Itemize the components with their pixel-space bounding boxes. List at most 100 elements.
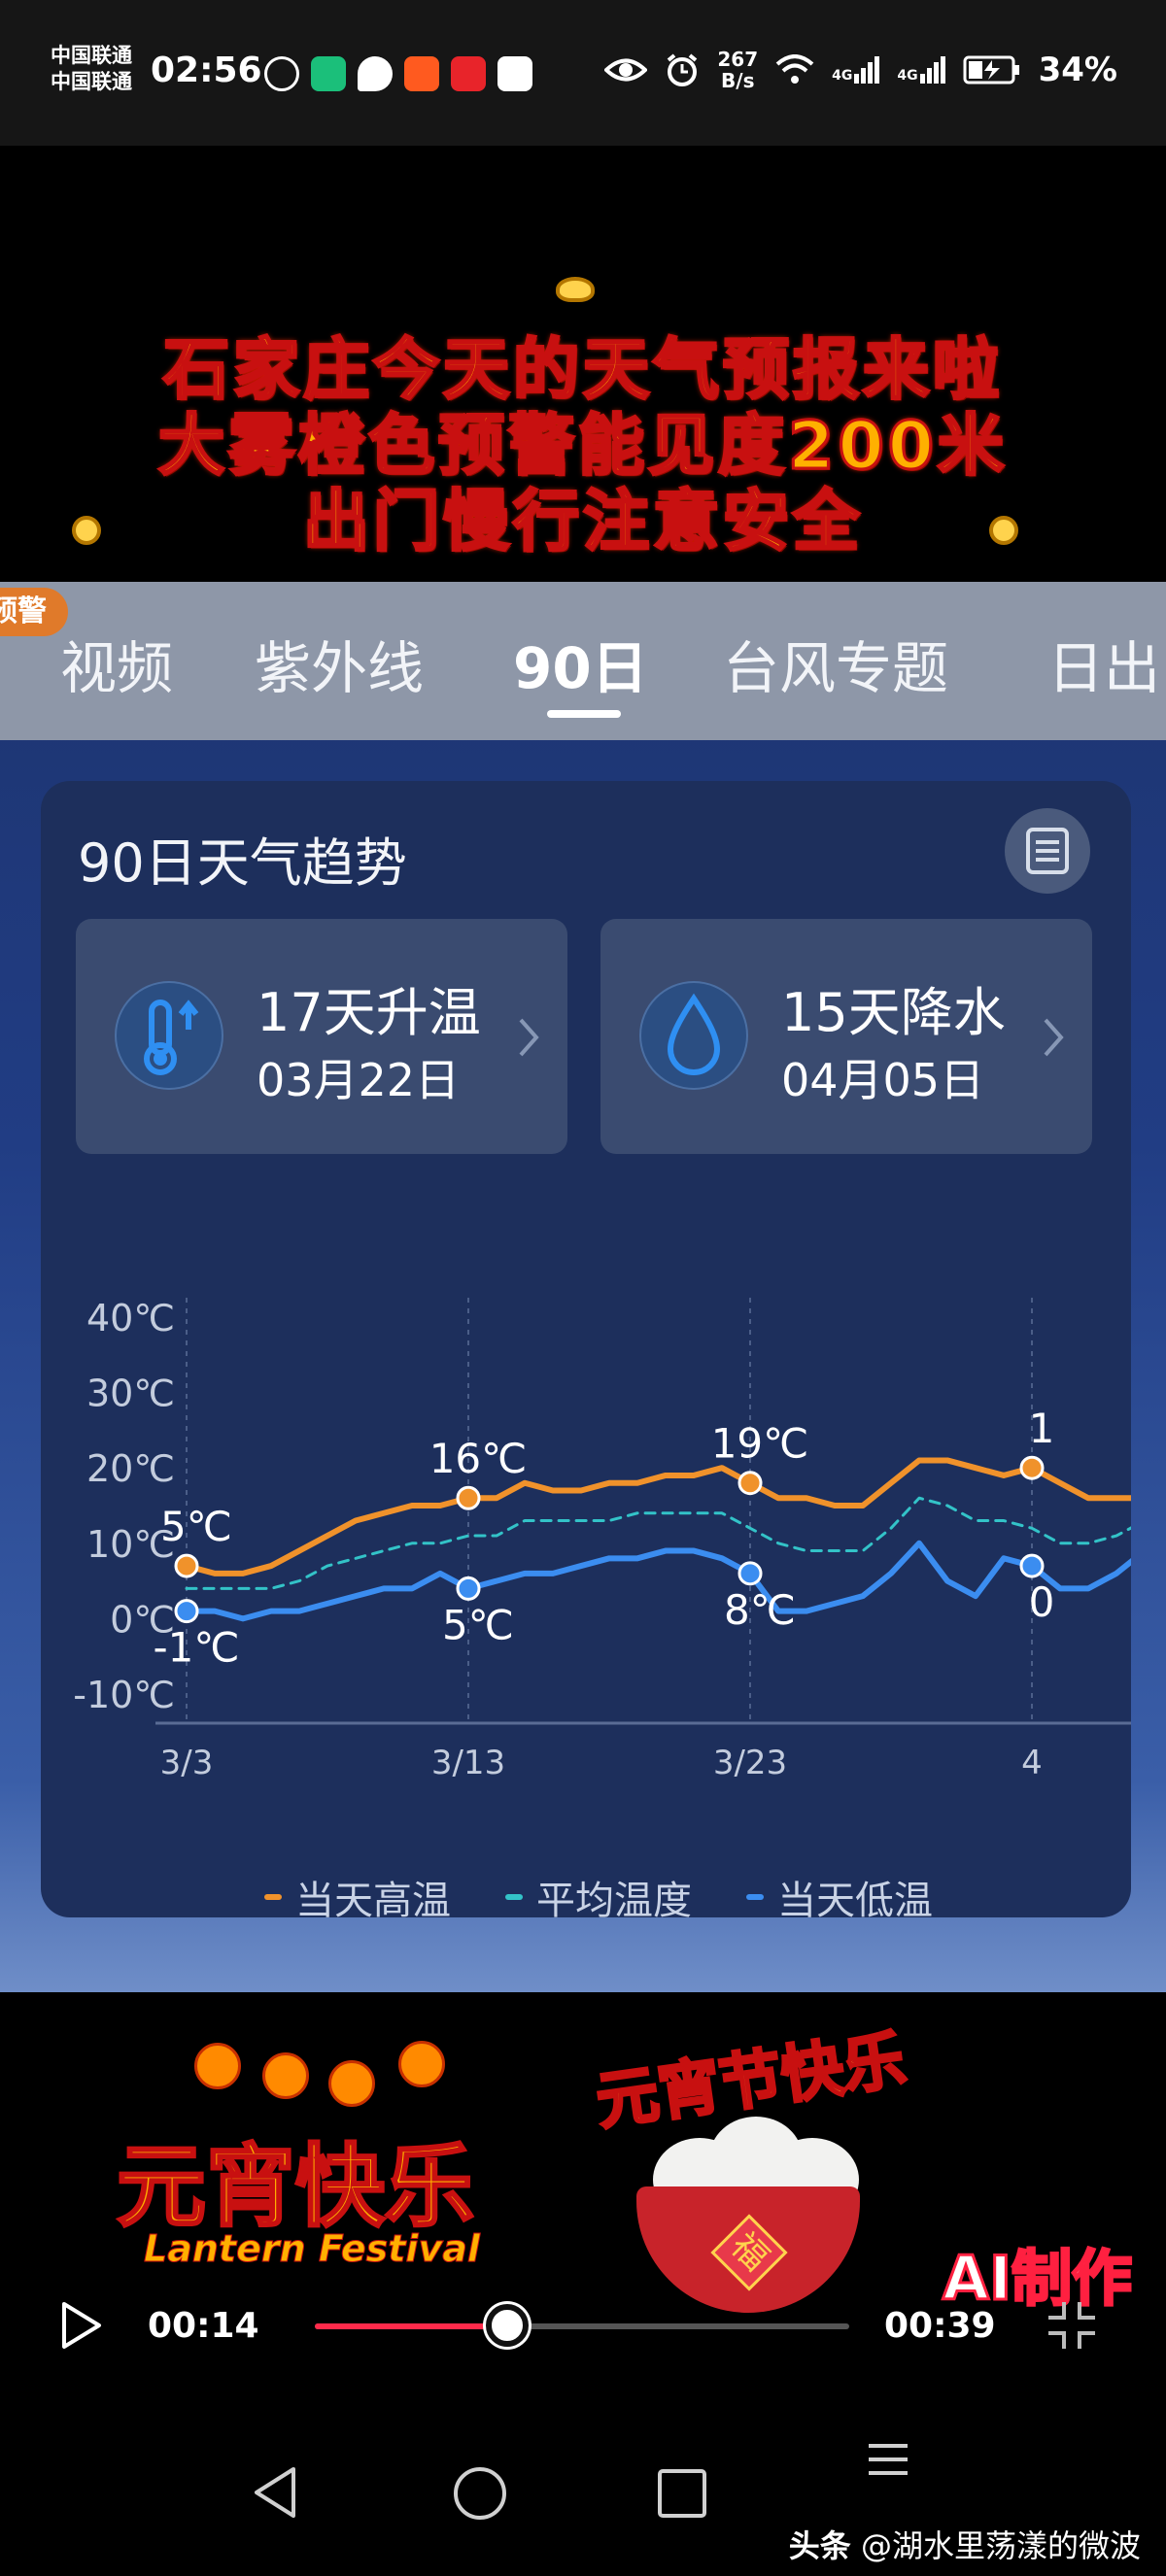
bowl-character: 福 — [710, 2214, 788, 2291]
trend-card: 90日天气趋势 17天升温 03月22日 15天降水 04月05日 40℃ 30℃… — [41, 781, 1131, 1923]
data-point-marker — [737, 1471, 763, 1496]
data-label: 8℃ — [724, 1586, 796, 1634]
legend-low: 当天低温 — [746, 1869, 933, 1925]
precipitation-days: 15天降水 — [781, 982, 1006, 1043]
data-point-marker — [737, 1561, 763, 1586]
eye-icon — [604, 58, 648, 82]
menu-lines-icon[interactable] — [867, 2440, 909, 2479]
alarm-icon — [668, 53, 698, 86]
signal-1-icon: 4G — [832, 56, 880, 84]
video-player-controls: 00:14 00:39 — [0, 2292, 1166, 2376]
legend-avg: 平均温度 — [505, 1869, 692, 1925]
signal-2-icon: 4G — [897, 56, 945, 84]
net-speed-value: 267 — [717, 48, 759, 71]
tab-bar: 预警 视频 紫外线 90日 台风专题 日出 — [0, 582, 1166, 740]
lantern-face-decoration — [262, 2052, 309, 2099]
legend-avg-swatch — [505, 1894, 523, 1900]
lantern-festival-text: Lantern Festival — [144, 2227, 481, 2271]
message-box-icon — [497, 56, 532, 91]
data-label: 19℃ — [711, 1420, 809, 1468]
y-tick-label: -10℃ — [73, 1674, 175, 1716]
back-icon[interactable] — [251, 2465, 299, 2520]
caption-line-3: 出门慢行注意安全 — [301, 483, 863, 562]
battery-charging-icon — [963, 55, 1019, 85]
chevron-right-icon — [519, 1018, 539, 1057]
data-point-marker — [1019, 1553, 1045, 1578]
watermark-source: 头条 — [788, 2527, 851, 2564]
tab-typhoon[interactable]: 台风专题 — [723, 623, 948, 704]
tab-90-day[interactable]: 90日 — [513, 623, 648, 704]
lantern-greeting: 元宵快乐 — [115, 2134, 475, 2241]
system-nav-bar: 头条 @湖水里荡漾的微波 — [0, 2376, 1166, 2576]
y-tick-label: 40℃ — [86, 1297, 175, 1339]
precipitation-tile[interactable]: 15天降水 04月05日 — [600, 919, 1092, 1154]
data-label: 0 — [1029, 1578, 1055, 1626]
coin-decoration — [989, 516, 1018, 545]
exit-fullscreen-icon[interactable] — [1045, 2298, 1099, 2353]
coin-decoration — [72, 516, 101, 545]
play-icon[interactable] — [58, 2300, 105, 2351]
legend-high-swatch — [264, 1894, 282, 1900]
status-bar: 中国联通 中国联通 02:56 267 B/s 4G 4G 34% — [0, 0, 1166, 146]
list-menu-button[interactable] — [1005, 808, 1090, 894]
x-tick-label: 4 — [1021, 1744, 1043, 1782]
carrier-labels: 中国联通 中国联通 — [51, 43, 132, 95]
tab-uv[interactable]: 紫外线 — [255, 623, 424, 704]
progress-track[interactable] — [315, 2323, 849, 2329]
progress-thumb[interactable] — [486, 2304, 529, 2347]
current-time: 00:14 — [148, 2306, 259, 2346]
raindrop-icon — [639, 981, 748, 1090]
x-tick-label: 3/13 — [431, 1744, 505, 1782]
home-icon[interactable] — [452, 2465, 508, 2522]
carrier-1: 中国联通 — [51, 44, 132, 67]
weather-app-view: 预警 视频 紫外线 90日 台风专题 日出 90日天气趋势 17天升温 03月2… — [0, 582, 1166, 1992]
warming-days: 17天升温 — [257, 982, 481, 1043]
toutiao-app-icon — [451, 56, 486, 91]
temperature-trend-chart: 40℃30℃20℃10℃0℃-10℃3/3 3/13 3/23 45℃-1℃16℃5℃… — [73, 1297, 1131, 1782]
orange-app-icon — [404, 56, 439, 91]
legend-low-swatch — [746, 1894, 764, 1900]
warming-date: 03月22日 — [257, 1054, 461, 1106]
lantern-face-decoration — [194, 2043, 241, 2089]
carrier-2: 中国联通 — [51, 70, 132, 93]
data-label: 5℃ — [442, 1601, 514, 1648]
net-speed-unit: B/s — [721, 69, 755, 92]
y-tick-label: 20℃ — [86, 1447, 175, 1490]
warning-tag[interactable]: 预警 — [0, 588, 68, 636]
data-point-marker — [456, 1576, 481, 1601]
precipitation-date: 04月05日 — [781, 1054, 985, 1106]
active-tab-indicator — [547, 710, 621, 718]
notification-icons — [264, 56, 532, 91]
net-speed: 267 B/s — [717, 49, 758, 91]
chat-bubble-icon — [358, 56, 393, 91]
warming-tile[interactable]: 17天升温 03月22日 — [76, 919, 567, 1154]
recent-apps-icon[interactable] — [657, 2468, 707, 2519]
data-point-marker — [1019, 1455, 1045, 1480]
tab-video[interactable]: 视频 — [60, 623, 173, 704]
lantern-face-decoration — [328, 2060, 375, 2107]
progress-played — [315, 2323, 507, 2329]
wifi-icon — [775, 54, 814, 84]
data-point-marker — [456, 1485, 481, 1510]
series-line-low — [184, 1540, 1131, 1622]
chart-legend: 当天高温 平均温度 当天低温 — [264, 1869, 933, 1925]
video-caption-banner: 石家庄今天的天气预报来啦 大雾橙色预警能见度200米 出门慢行注意安全 — [0, 255, 1166, 582]
card-title: 90日天气趋势 — [78, 832, 407, 894]
data-label: 1 — [1029, 1405, 1055, 1452]
tab-sunrise[interactable]: 日出 — [1047, 623, 1160, 704]
data-point-marker — [174, 1599, 199, 1624]
x-tick-label: 3/23 — [713, 1744, 787, 1782]
legend-high: 当天高温 — [264, 1869, 451, 1925]
watermark-author: @湖水里荡漾的微波 — [860, 2527, 1141, 2564]
total-time: 00:39 — [884, 2306, 996, 2346]
lantern-face-decoration — [398, 2041, 445, 2087]
legend-avg-label: 平均温度 — [536, 1879, 692, 1923]
legend-high-label: 当天高温 — [295, 1879, 451, 1923]
source-watermark: 头条 @湖水里荡漾的微波 — [789, 2522, 1141, 2566]
legend-low-label: 当天低温 — [777, 1879, 933, 1923]
status-right: 267 B/s 4G 4G 34% — [604, 49, 1117, 91]
signal-2-label: 4G — [897, 68, 918, 84]
data-label: -1℃ — [153, 1624, 239, 1672]
chevron-right-icon — [1044, 1018, 1064, 1057]
list-icon — [1026, 828, 1069, 874]
